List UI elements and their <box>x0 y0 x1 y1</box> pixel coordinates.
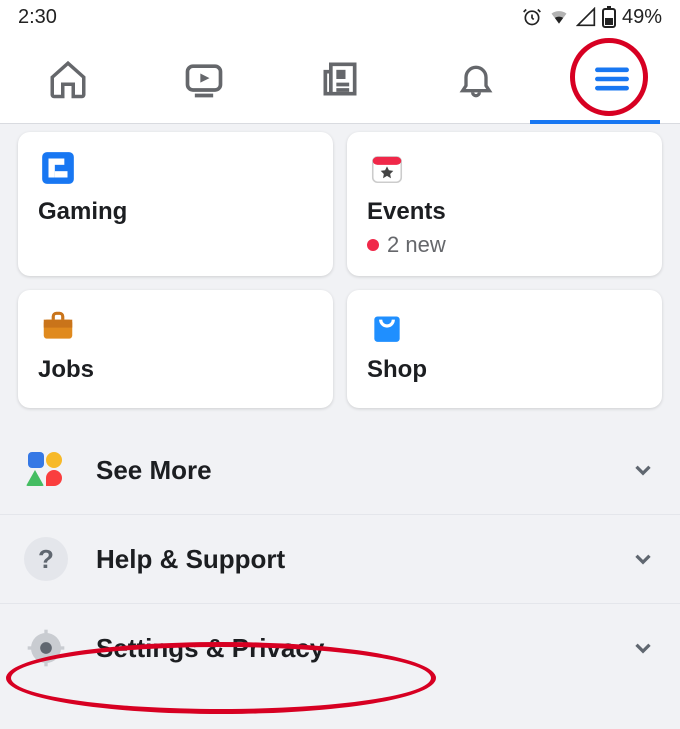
card-label: Gaming <box>38 198 313 226</box>
card-label: Shop <box>367 356 642 384</box>
card-subtext: 2 new <box>367 232 642 258</box>
row-label: Settings & Privacy <box>96 633 630 664</box>
chevron-down-icon <box>630 457 656 483</box>
clock: 2:30 <box>18 6 57 29</box>
nav-menu[interactable] <box>582 49 642 109</box>
nav-notifications[interactable] <box>446 49 506 109</box>
card-label: Events <box>367 198 642 226</box>
hamburger-icon <box>590 57 634 101</box>
alarm-icon <box>522 7 542 27</box>
news-icon <box>318 57 362 101</box>
new-dot-icon <box>367 239 379 251</box>
events-icon <box>367 148 407 188</box>
row-label: See More <box>96 455 630 486</box>
jobs-icon <box>38 306 78 346</box>
top-nav <box>0 34 680 124</box>
card-shop[interactable]: Shop <box>347 290 662 408</box>
nav-home[interactable] <box>38 49 98 109</box>
card-jobs[interactable]: Jobs <box>18 290 333 408</box>
row-see-more[interactable]: See More <box>0 426 680 514</box>
wifi-icon <box>548 7 570 27</box>
nav-watch[interactable] <box>174 49 234 109</box>
status-icons: 49% <box>522 6 662 29</box>
row-label: Help & Support <box>96 544 630 575</box>
see-more-icon <box>24 448 68 492</box>
status-bar: 2:30 49% <box>0 0 680 34</box>
watch-icon <box>182 57 226 101</box>
events-new-count: 2 new <box>387 232 446 258</box>
battery-percent: 49% <box>622 6 662 29</box>
active-tab-indicator <box>530 120 660 124</box>
chevron-down-icon <box>630 546 656 572</box>
card-label: Jobs <box>38 356 313 384</box>
row-settings-privacy[interactable]: Settings & Privacy <box>0 603 680 692</box>
chevron-down-icon <box>630 635 656 661</box>
signal-icon <box>576 7 596 27</box>
battery-icon <box>602 6 616 28</box>
gaming-icon <box>38 148 78 188</box>
bell-icon <box>456 59 496 99</box>
help-icon: ? <box>24 537 68 581</box>
nav-news[interactable] <box>310 49 370 109</box>
home-icon <box>47 58 89 100</box>
menu-cards: Gaming Events 2 new Jobs Shop <box>0 124 680 426</box>
card-gaming[interactable]: Gaming <box>18 132 333 276</box>
card-events[interactable]: Events 2 new <box>347 132 662 276</box>
shop-icon <box>367 306 407 346</box>
gear-icon <box>24 626 68 670</box>
row-help-support[interactable]: ? Help & Support <box>0 514 680 603</box>
